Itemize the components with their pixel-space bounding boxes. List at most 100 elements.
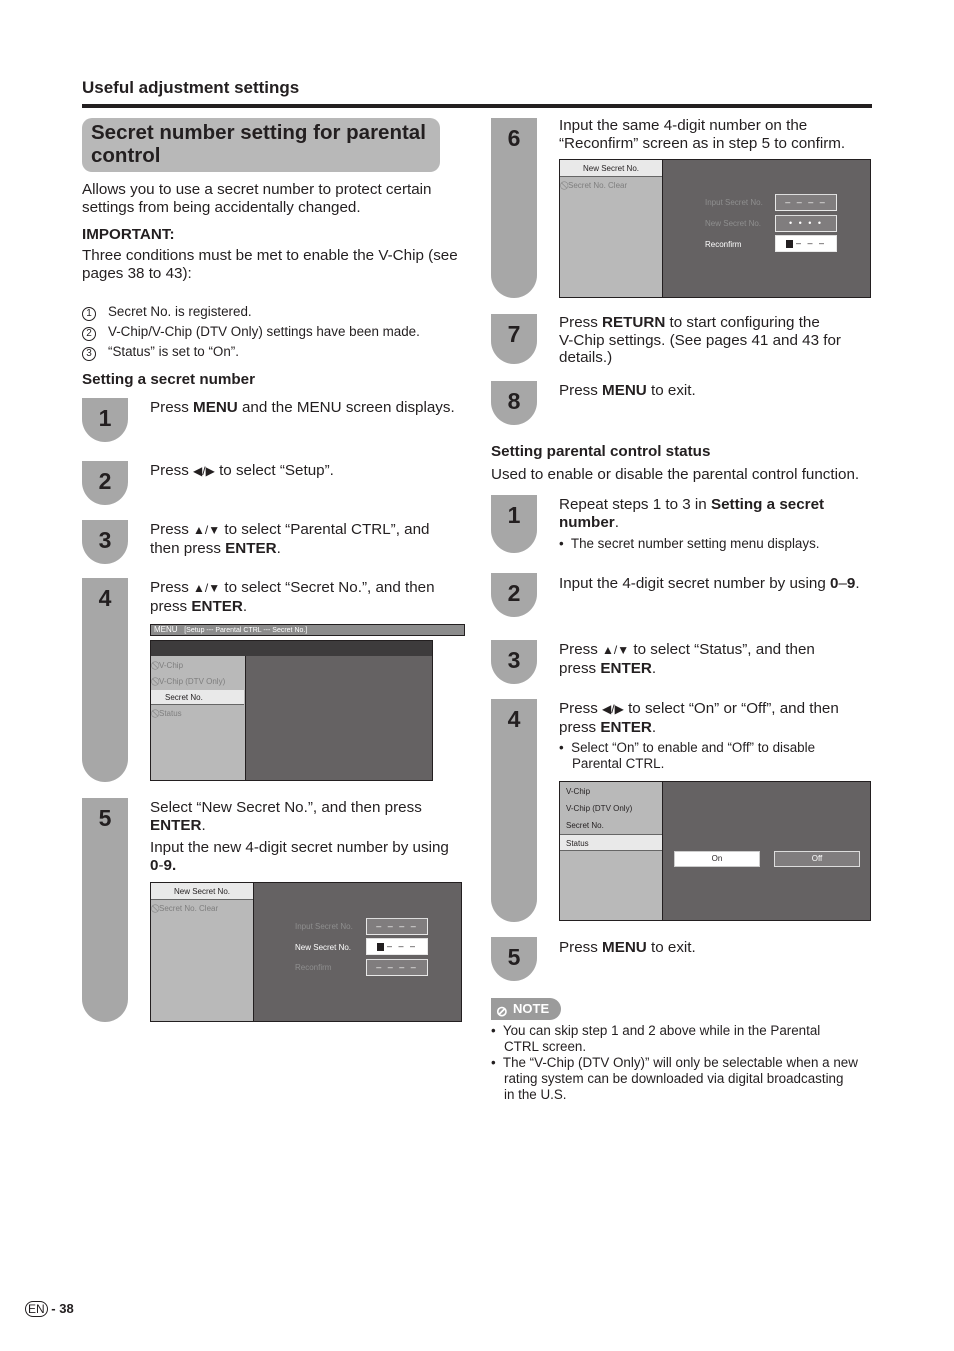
step-number: 4 bbox=[507, 706, 521, 732]
text-line: number. bbox=[559, 514, 879, 532]
step-badge-4: 4 bbox=[82, 578, 128, 782]
menu-label: MENU bbox=[154, 625, 178, 634]
step-number: 2 bbox=[98, 468, 112, 494]
circled-number: 3 bbox=[82, 347, 96, 361]
header-rule bbox=[82, 104, 872, 108]
menu-item-secret-no[interactable]: Secret No. bbox=[151, 690, 244, 705]
text-line: Press RETURN to start configuring the bbox=[559, 314, 879, 332]
up-down-arrow-icon: ▲/▼ bbox=[193, 581, 221, 595]
option-on[interactable]: On bbox=[674, 851, 760, 867]
text: – bbox=[838, 575, 847, 592]
step-8-text: Press MENU to exit. bbox=[559, 382, 696, 400]
text-line: “Reconfirm” screen as in step 5 to confi… bbox=[559, 134, 846, 152]
menu-item-vchip-dtv[interactable]: V-Chip (DTV Only) bbox=[560, 800, 632, 817]
bold-text: number bbox=[559, 513, 615, 531]
note-badge: ⊘ NOTE bbox=[491, 998, 561, 1020]
note-bullet: • You can skip step 1 and 2 above while … bbox=[491, 1023, 821, 1054]
menu-item-label: V-Chip bbox=[159, 661, 184, 670]
status-step-badge-2: 2 bbox=[491, 573, 537, 617]
menu-item-vchip[interactable]: ⃠V-Chip bbox=[151, 658, 183, 674]
status-step-badge-3: 3 bbox=[491, 640, 537, 684]
step-4-text: Press ▲/▼ to select “Secret No.”, and th… bbox=[150, 579, 470, 615]
menu-item-label: V-Chip (DTV Only) bbox=[159, 677, 226, 686]
tab-new-secret-no[interactable]: New Secret No. bbox=[151, 883, 253, 900]
step-badge-6: 6 bbox=[491, 118, 537, 298]
text-line: ENTER. bbox=[150, 817, 470, 835]
menu-item-status[interactable]: ⃠Status bbox=[151, 706, 182, 722]
step-number: 1 bbox=[98, 405, 112, 431]
step-badge-2: 2 bbox=[82, 461, 128, 505]
up-down-arrow-icon: ▲/▼ bbox=[602, 643, 630, 657]
text: press bbox=[559, 659, 601, 677]
menu-item-status[interactable]: Status bbox=[560, 834, 662, 851]
menu-item-secret-no[interactable]: Secret No. bbox=[560, 817, 604, 834]
language-badge: EN bbox=[25, 1301, 48, 1317]
bullet-text: The secret number setting menu displays. bbox=[570, 536, 820, 551]
text: Press bbox=[559, 939, 603, 956]
menu-item-label: Secret No. bbox=[165, 693, 203, 702]
text-line: details.) bbox=[559, 349, 613, 366]
reconfirm-field[interactable]: – – – bbox=[775, 235, 837, 252]
key-label: ENTER bbox=[150, 816, 202, 834]
step-badge-3: 3 bbox=[82, 520, 128, 564]
new-secret-label: New Secret No. bbox=[295, 943, 352, 952]
important-label: IMPORTANT: bbox=[82, 226, 175, 243]
input-secret-label: Input Secret No. bbox=[705, 198, 763, 207]
tab-secret-no-clear[interactable]: ⃠Secret No. Clear bbox=[560, 178, 627, 194]
text: . bbox=[242, 597, 248, 615]
bold-text: Setting a secret bbox=[710, 496, 825, 513]
menu-breadcrumb-bar: MENU [Setup --- Parental CTRL --- Secret… bbox=[150, 624, 465, 636]
new-secret-screen: New Secret No. ⃠Secret No. Clear Input S… bbox=[150, 882, 462, 1022]
page-title-line2: control bbox=[91, 144, 161, 167]
conditions-text: Three conditions must be met to enable t… bbox=[82, 247, 472, 282]
option-off[interactable]: Off bbox=[774, 851, 860, 867]
new-secret-field[interactable]: – – – bbox=[366, 938, 428, 955]
menu-list: ⃠V-Chip ⃠V-Chip (DTV Only) Secret No. ⃠S… bbox=[151, 656, 246, 780]
text: Press bbox=[559, 314, 603, 331]
key-label: ENTER bbox=[225, 539, 277, 557]
text-line: Repeat steps 1 to 3 in Setting a secret bbox=[559, 496, 879, 514]
menu-item-vchip-dtv[interactable]: ⃠V-Chip (DTV Only) bbox=[151, 674, 225, 690]
intro-line: Allows you to use a secret number to pro… bbox=[82, 181, 432, 198]
key-label: MENU bbox=[602, 939, 647, 956]
status-step-4-text: Press ◀/▶ to select “On” or “Off”, and t… bbox=[559, 700, 879, 772]
step-number: 1 bbox=[507, 502, 521, 528]
field-value: – – – bbox=[386, 941, 418, 951]
bullet-item: • The secret number setting menu display… bbox=[559, 536, 820, 551]
tab-secret-no-clear[interactable]: ⃠Secret No. Clear bbox=[151, 901, 218, 917]
breadcrumb-path: [Setup --- Parental CTRL --- Secret No.] bbox=[184, 627, 308, 634]
step-number: 3 bbox=[507, 647, 521, 673]
status-section-description: Used to enable or disable the parental c… bbox=[491, 466, 860, 483]
step-number: 6 bbox=[507, 125, 521, 151]
parental-menu-list: V-Chip V-Chip (DTV Only) Secret No. Stat… bbox=[560, 782, 663, 920]
input-secret-field[interactable]: – – – – bbox=[366, 918, 428, 935]
conditions-line: Three conditions must be met to enable t… bbox=[82, 247, 458, 264]
text-line: Press ▲/▼ to select “Status”, and then bbox=[559, 641, 879, 660]
reconfirm-field[interactable]: – – – – bbox=[366, 959, 428, 976]
key-label: ENTER bbox=[191, 597, 243, 615]
text: Repeat steps 1 to 3 in bbox=[559, 496, 711, 513]
text-line: 0-9. bbox=[150, 857, 470, 875]
note-text: You can skip step 1 and 2 above while in… bbox=[502, 1023, 821, 1038]
secret-section-heading: Setting a secret number bbox=[82, 371, 256, 388]
step-number: 2 bbox=[507, 580, 521, 606]
menu-item-vchip[interactable]: V-Chip bbox=[560, 783, 590, 800]
text: press bbox=[559, 718, 601, 736]
text: to exit. bbox=[646, 382, 696, 399]
reconfirm-label: Reconfirm bbox=[295, 963, 332, 972]
text: Press bbox=[150, 579, 194, 596]
new-secret-field[interactable]: • • • • bbox=[775, 215, 837, 232]
note-text: in the U.S. bbox=[504, 1087, 567, 1102]
text: . bbox=[276, 539, 281, 557]
conditions-list: 1 Secret No. is registered. 2 V-Chip/V-Chi… bbox=[82, 302, 472, 362]
text: to select “On” or “Off”, and then bbox=[623, 700, 839, 717]
tab-label: Secret No. Clear bbox=[568, 181, 628, 190]
condition-text: V-Chip/V-Chip (DTV Only) settings have b… bbox=[108, 324, 420, 339]
up-down-arrow-icon: ▲/▼ bbox=[193, 523, 221, 537]
input-secret-field[interactable]: – – – – bbox=[775, 194, 837, 211]
tab-new-secret-no[interactable]: New Secret No. bbox=[560, 160, 662, 177]
step-number: 7 bbox=[507, 321, 521, 347]
note-text: rating system can be downloaded via digi… bbox=[504, 1071, 844, 1086]
secret-menu-list: New Secret No. ⃠Secret No. Clear bbox=[560, 160, 663, 297]
section-title: Useful adjustment settings bbox=[82, 78, 300, 97]
